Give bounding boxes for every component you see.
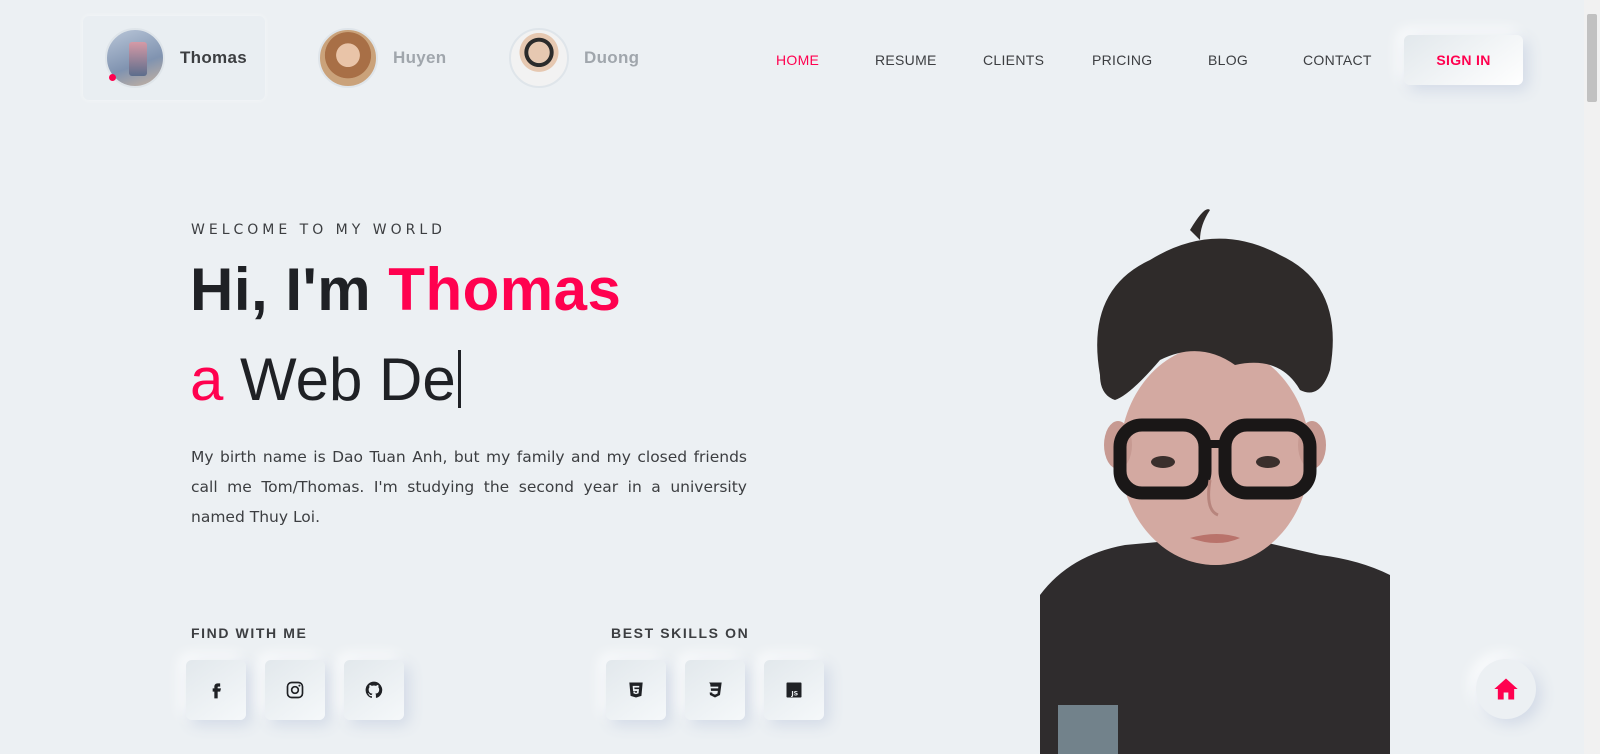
scrollbar[interactable] <box>1584 0 1600 754</box>
typed-text: Web De <box>240 346 456 413</box>
avatar <box>509 28 569 88</box>
nav-home[interactable]: HOME <box>776 52 819 68</box>
find-with-me-title: FIND WITH ME <box>191 625 308 641</box>
nav-blog[interactable]: BLOG <box>1208 52 1248 68</box>
avatar <box>318 28 378 88</box>
profile-huyen[interactable]: Huyen <box>318 16 446 100</box>
typing-cursor <box>457 350 461 408</box>
javascript-button[interactable]: JS <box>764 660 824 720</box>
status-dot <box>109 74 116 81</box>
css3-button[interactable] <box>685 660 745 720</box>
instagram-icon <box>286 681 304 699</box>
javascript-icon: JS <box>786 682 802 698</box>
best-skills-title: BEST SKILLS ON <box>611 625 750 641</box>
profile-name: Duong <box>584 48 640 67</box>
site-header: Thomas Huyen Duong HOME RESUME CLIENTS P… <box>0 0 1584 110</box>
nav-contact[interactable]: CONTACT <box>1303 52 1372 68</box>
profile-thomas[interactable]: Thomas <box>83 16 265 100</box>
hero-description: My birth name is Dao Tuan Anh, but my fa… <box>191 448 747 526</box>
facebook-button[interactable] <box>186 660 246 720</box>
portrait-image <box>1040 209 1390 754</box>
profile-duong[interactable]: Duong <box>509 16 639 100</box>
hero-name: Thomas <box>388 256 622 323</box>
nav-pricing[interactable]: PRICING <box>1092 52 1152 68</box>
nav-clients[interactable]: CLIENTS <box>983 52 1044 68</box>
hero-subtitle: WELCOME TO MY WORLD <box>191 222 446 238</box>
svg-text:JS: JS <box>790 690 798 697</box>
html5-icon <box>629 682 643 698</box>
nav-resume[interactable]: RESUME <box>875 52 937 68</box>
css3-icon <box>709 682 722 698</box>
github-icon <box>365 681 383 698</box>
typed-role: a Web De <box>190 345 461 414</box>
typed-prefix: a <box>190 346 224 413</box>
back-to-top-button[interactable] <box>1476 659 1536 719</box>
greeting-text: Hi, I'm <box>190 256 389 323</box>
facebook-icon <box>212 683 221 699</box>
sign-in-button[interactable]: SIGN IN <box>1404 35 1523 85</box>
hero-headline: Hi, I'm Thomas <box>190 255 621 324</box>
profile-name: Huyen <box>393 48 447 67</box>
html5-button[interactable] <box>606 660 666 720</box>
profile-name: Thomas <box>180 48 247 67</box>
scrollbar-thumb[interactable] <box>1587 14 1597 102</box>
github-button[interactable] <box>344 660 404 720</box>
home-icon <box>1494 678 1518 700</box>
instagram-button[interactable] <box>265 660 325 720</box>
